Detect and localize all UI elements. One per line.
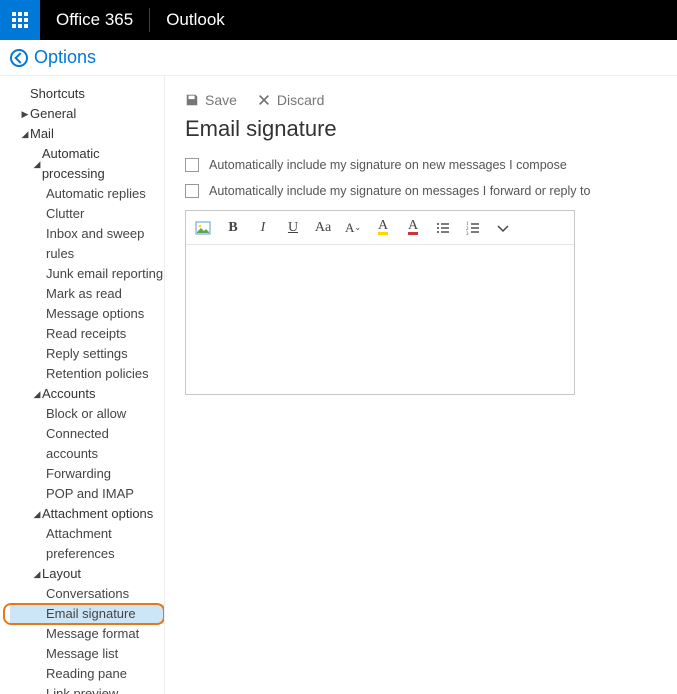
- nav-inbox-rules[interactable]: Inbox and sweep rules: [10, 224, 164, 264]
- insert-image-icon[interactable]: [194, 219, 212, 237]
- nav-mail-label: Mail: [30, 124, 54, 144]
- nav-general[interactable]: ▶General: [10, 104, 164, 124]
- nav-msg-options[interactable]: Message options: [10, 304, 164, 324]
- check-auto-new-label: Automatically include my signature on ne…: [209, 158, 567, 172]
- nav-mail[interactable]: ◢Mail: [10, 124, 164, 144]
- brand-label: Office 365: [40, 10, 149, 30]
- nav-attach-opts-label: Attachment options: [42, 504, 153, 524]
- nav-pop-imap[interactable]: POP and IMAP: [10, 484, 164, 504]
- more-formatting-icon[interactable]: [494, 219, 512, 237]
- nav-attach-opts[interactable]: ◢Attachment options: [10, 504, 164, 524]
- main-content: Save Discard Email signature Automatical…: [165, 76, 677, 694]
- nav-email-signature[interactable]: Email signature: [10, 604, 164, 624]
- nav-read-receipts[interactable]: Read receipts: [10, 324, 164, 344]
- discard-icon: [257, 93, 271, 107]
- signature-editor: B I U Aa A⌄ A A 123: [185, 210, 575, 395]
- highlight-a: A: [378, 221, 388, 235]
- editor-toolbar: B I U Aa A⌄ A A 123: [186, 211, 574, 245]
- discard-label: Discard: [277, 92, 324, 108]
- page-title: Email signature: [185, 116, 657, 142]
- save-label: Save: [205, 92, 237, 108]
- app-label: Outlook: [150, 10, 241, 30]
- nav-conversations[interactable]: Conversations: [10, 584, 164, 604]
- nav-accounts-label: Accounts: [42, 384, 95, 404]
- back-icon[interactable]: [10, 49, 28, 67]
- nav-connected[interactable]: Connected accounts: [10, 424, 164, 464]
- nav-layout-label: Layout: [42, 564, 81, 584]
- nav-clutter[interactable]: Clutter: [10, 204, 164, 224]
- underline-button[interactable]: U: [284, 219, 302, 237]
- check-auto-reply-label: Automatically include my signature on me…: [209, 184, 590, 198]
- nav-msg-format[interactable]: Message format: [10, 624, 164, 644]
- font-size-button[interactable]: A⌄: [344, 219, 362, 237]
- check-auto-new[interactable]: Automatically include my signature on ne…: [185, 158, 657, 172]
- nav-shortcuts[interactable]: Shortcuts: [10, 84, 164, 104]
- highlight-button[interactable]: A: [374, 219, 392, 237]
- nav-block-allow[interactable]: Block or allow: [10, 404, 164, 424]
- nav-reading-pane[interactable]: Reading pane: [10, 664, 164, 684]
- font-case-button[interactable]: Aa: [314, 219, 332, 237]
- bullet-list-icon[interactable]: [434, 219, 452, 237]
- font-size-a: A: [345, 220, 354, 236]
- bold-button[interactable]: B: [224, 219, 242, 237]
- font-color-button[interactable]: A: [404, 219, 422, 237]
- nav-auto-processing[interactable]: ◢Automatic processing: [10, 144, 164, 184]
- check-auto-reply[interactable]: Automatically include my signature on me…: [185, 184, 657, 198]
- save-button[interactable]: Save: [185, 92, 237, 108]
- nav-layout[interactable]: ◢Layout: [10, 564, 164, 584]
- discard-button[interactable]: Discard: [257, 92, 324, 108]
- nav-auto-processing-label: Automatic processing: [42, 144, 164, 184]
- italic-button[interactable]: I: [254, 219, 272, 237]
- nav-reply-settings[interactable]: Reply settings: [10, 344, 164, 364]
- fontcolor-a: A: [408, 221, 418, 235]
- nav-general-label: General: [30, 104, 76, 124]
- checkbox-icon[interactable]: [185, 158, 199, 172]
- options-title: Options: [34, 47, 96, 68]
- nav-junk[interactable]: Junk email reporting: [10, 264, 164, 284]
- checkbox-icon[interactable]: [185, 184, 199, 198]
- number-list-icon[interactable]: 123: [464, 219, 482, 237]
- settings-sidebar: Shortcuts ▶General ◢Mail ◢Automatic proc…: [0, 76, 165, 694]
- svg-text:3: 3: [466, 232, 469, 236]
- nav-msg-list[interactable]: Message list: [10, 644, 164, 664]
- app-launcher-icon[interactable]: [0, 0, 40, 40]
- signature-textarea[interactable]: [186, 245, 574, 393]
- nav-retention[interactable]: Retention policies: [10, 364, 164, 384]
- nav-auto-replies[interactable]: Automatic replies: [10, 184, 164, 204]
- nav-forwarding[interactable]: Forwarding: [10, 464, 164, 484]
- nav-mark-read[interactable]: Mark as read: [10, 284, 164, 304]
- nav-link-preview[interactable]: Link preview: [10, 684, 164, 694]
- nav-accounts[interactable]: ◢Accounts: [10, 384, 164, 404]
- nav-attach-prefs[interactable]: Attachment preferences: [10, 524, 164, 564]
- save-icon: [185, 93, 199, 107]
